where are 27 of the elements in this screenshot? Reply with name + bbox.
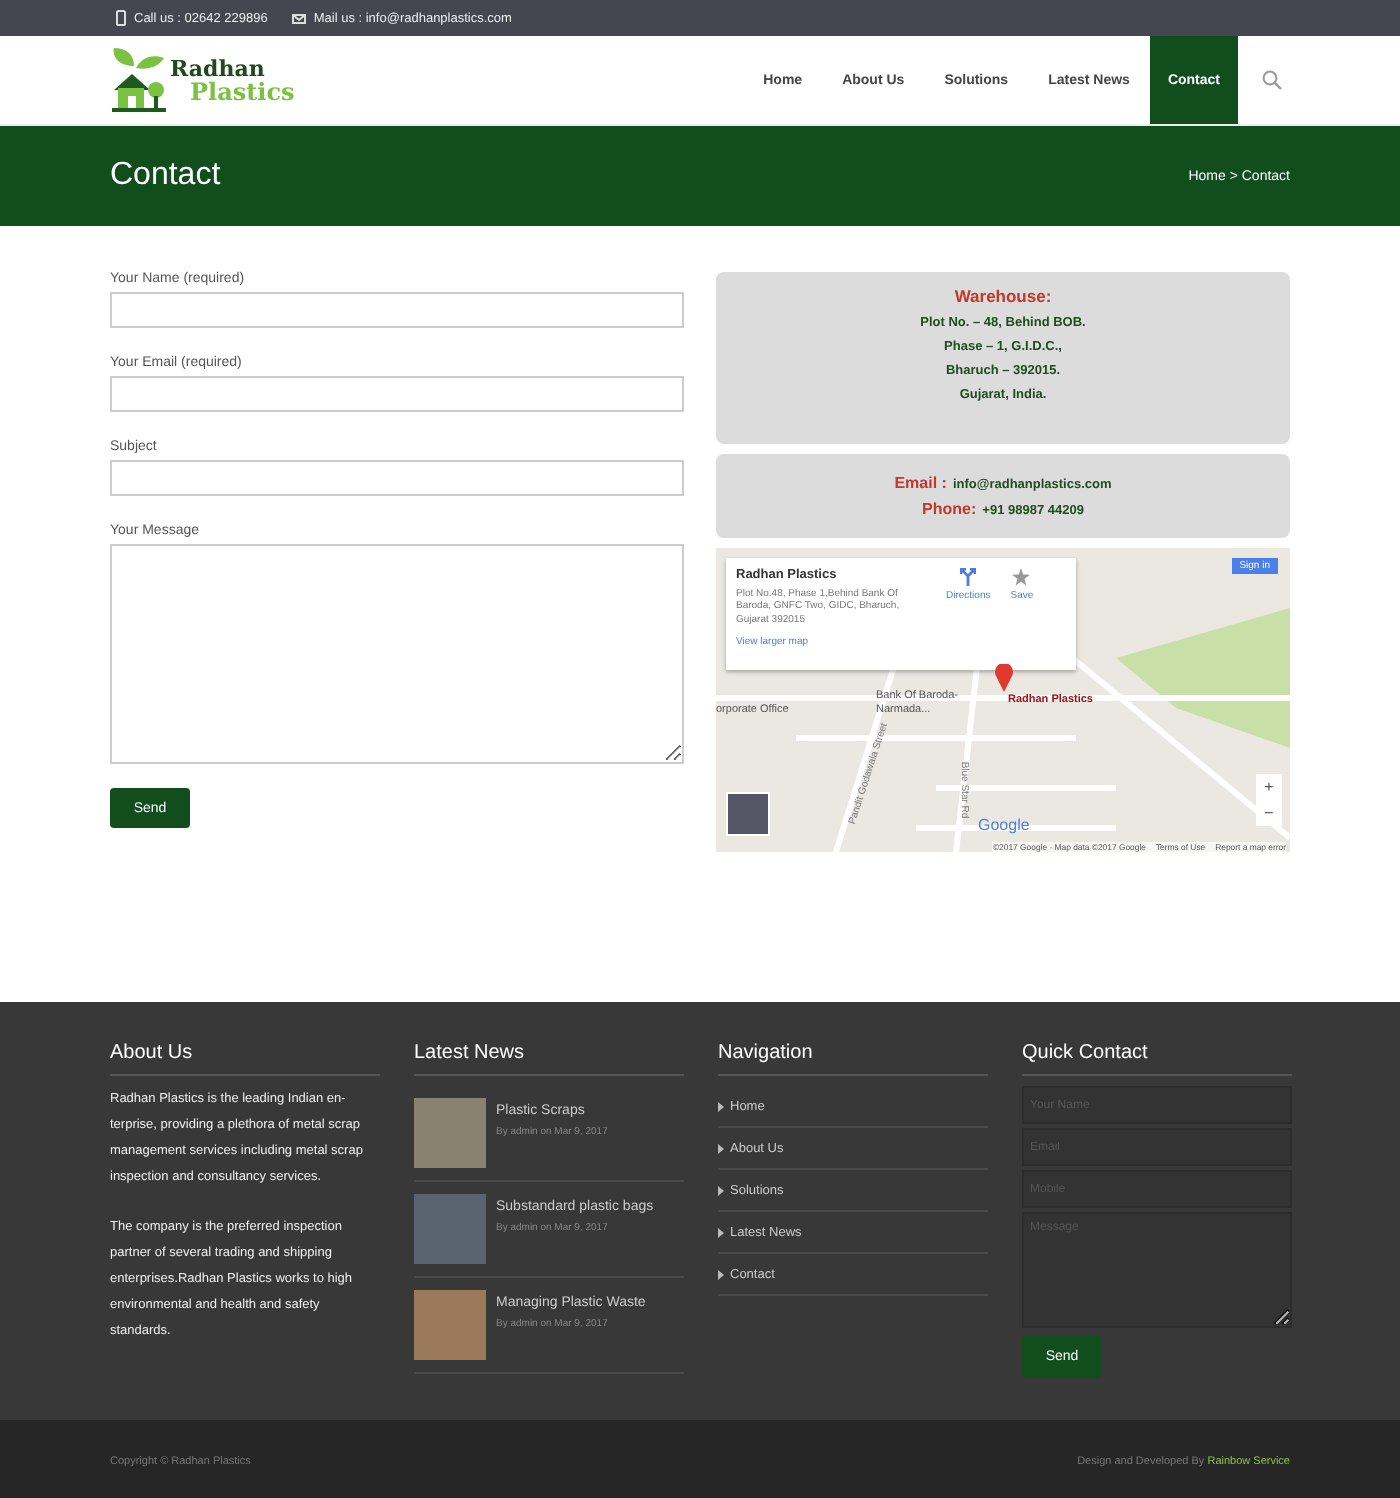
photo-placeholder[interactable] (414, 1194, 486, 1264)
footer-heading: Quick Contact (1022, 1042, 1292, 1076)
phone-label: Phone: (922, 500, 977, 518)
directions-icon (960, 568, 977, 586)
page-title: Contact (110, 158, 221, 194)
photo-placeholder[interactable] (414, 1098, 486, 1168)
footer-heading: Latest News (414, 1042, 684, 1076)
search-icon[interactable] (1262, 70, 1282, 90)
mail-icon (291, 13, 306, 23)
caret-icon (718, 1269, 724, 1279)
logo-text: Radhan (170, 57, 267, 79)
photo-placeholder[interactable] (414, 1290, 486, 1360)
footer-heading: Navigation (718, 1042, 988, 1076)
star-icon (1012, 568, 1031, 586)
map-pin-icon (994, 664, 1014, 692)
email-label: Email : (894, 474, 947, 492)
satellite-thumbnail[interactable] (726, 792, 770, 836)
house-leaf-logo-icon (110, 46, 166, 114)
caret-icon (718, 1185, 724, 1195)
logo-text: Plastics (190, 79, 295, 103)
warehouse-heading: Warehouse: (954, 286, 1052, 306)
caret-icon (718, 1143, 724, 1153)
footer-heading: About Us (110, 1042, 380, 1076)
google-logo: Google (978, 816, 1030, 834)
caret-icon (718, 1101, 724, 1111)
phone-icon (116, 10, 126, 26)
caret-icon (718, 1227, 724, 1237)
